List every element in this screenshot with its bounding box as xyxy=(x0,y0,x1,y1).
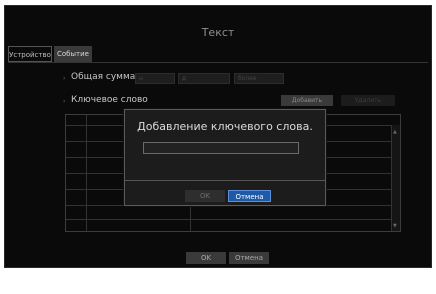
ok-button[interactable]: OK xyxy=(186,252,226,264)
sum-field-1[interactable]: н xyxy=(135,73,175,84)
scroll-down-icon[interactable]: ▼ xyxy=(393,223,397,229)
keyword-label: Ключевое слово xyxy=(71,95,148,105)
total-sum-label: Общая сумма xyxy=(71,72,136,82)
dialog-title: Добавление ключевого слова. xyxy=(137,120,313,133)
tab-event[interactable]: Событие xyxy=(54,46,92,62)
tab-device[interactable]: Устройство xyxy=(8,46,52,62)
bullet-icon: › xyxy=(63,98,66,105)
table-column-divider xyxy=(86,115,87,231)
keyword-input[interactable] xyxy=(143,142,299,154)
table-row xyxy=(66,219,400,220)
dialog-divider xyxy=(125,180,325,181)
dialog-ok-button[interactable]: OK xyxy=(185,190,225,202)
add-keyword-button[interactable]: Добавить xyxy=(281,95,333,106)
bullet-icon: › xyxy=(63,75,66,82)
scroll-up-icon[interactable]: ▲ xyxy=(393,129,397,135)
cancel-button[interactable]: Отмена xyxy=(229,252,269,264)
sum-field-2[interactable]: д xyxy=(178,73,230,84)
table-scrollbar[interactable]: ▲ ▼ xyxy=(391,125,400,231)
condition-select[interactable]: более xyxy=(234,73,284,84)
tab-divider xyxy=(8,62,428,63)
add-keyword-dialog: Добавление ключевого слова. OK Отмена xyxy=(124,109,326,206)
window-title: Текст xyxy=(201,26,235,39)
dialog-cancel-button[interactable]: Отмена xyxy=(228,190,271,202)
delete-keyword-button[interactable]: Удалить xyxy=(341,95,395,106)
